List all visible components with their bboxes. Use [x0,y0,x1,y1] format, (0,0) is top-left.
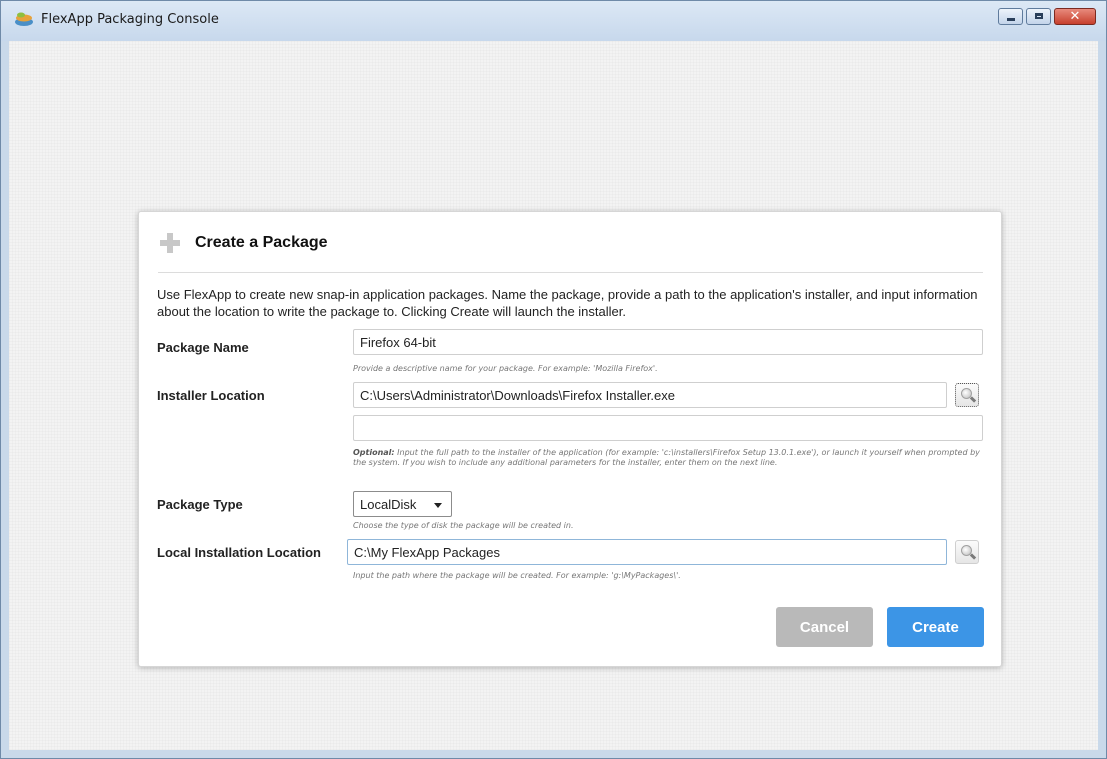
flexapp-logo-icon [15,12,33,26]
card-header: Create a Package [158,230,983,273]
local-location-input[interactable] [347,539,947,565]
installer-parameters-input[interactable] [353,415,983,441]
create-package-card: Create a Package Use FlexApp to create n… [138,211,1002,667]
close-button[interactable]: ✕ [1054,8,1096,25]
package-type-value: LocalDisk [360,497,417,512]
card-title: Create a Package [195,234,328,251]
window-controls: ✕ [995,8,1096,28]
installer-location-input[interactable] [353,382,947,408]
local-location-hint: Input the path where the package will be… [353,571,681,580]
minimize-button[interactable] [998,8,1023,25]
package-name-hint: Provide a descriptive name for your pack… [353,364,658,373]
create-button[interactable]: Create [887,607,984,647]
installer-browse-button[interactable] [955,383,979,407]
close-icon: ✕ [1069,8,1081,23]
title-bar[interactable]: FlexApp Packaging Console ✕ [1,1,1106,41]
maximize-icon [1035,13,1043,19]
installer-hint-text: Input the full path to the installer of … [353,448,980,467]
window-title: FlexApp Packaging Console [41,12,219,27]
installer-location-hint: Optional: Input the full path to the ins… [353,448,983,468]
optional-label: Optional: [353,448,395,457]
local-location-browse-button[interactable] [955,540,979,564]
maximize-button[interactable] [1026,8,1051,25]
package-type-select[interactable]: LocalDisk [353,491,452,517]
app-window: FlexApp Packaging Console ✕ Create a Pac… [0,0,1107,759]
installer-location-label: Installer Location [157,388,265,403]
package-name-label: Package Name [157,340,249,355]
package-type-hint: Choose the type of disk the package will… [353,521,574,530]
intro-text: Use FlexApp to create new snap-in applic… [157,287,978,319]
local-location-label: Local Installation Location [157,545,321,560]
plus-icon [160,233,180,253]
client-area: Create a Package Use FlexApp to create n… [9,41,1098,750]
package-name-input[interactable] [353,329,983,355]
chevron-down-icon [434,503,442,508]
cancel-button[interactable]: Cancel [776,607,873,647]
package-type-label: Package Type [157,497,243,512]
minimize-icon [1007,18,1015,21]
